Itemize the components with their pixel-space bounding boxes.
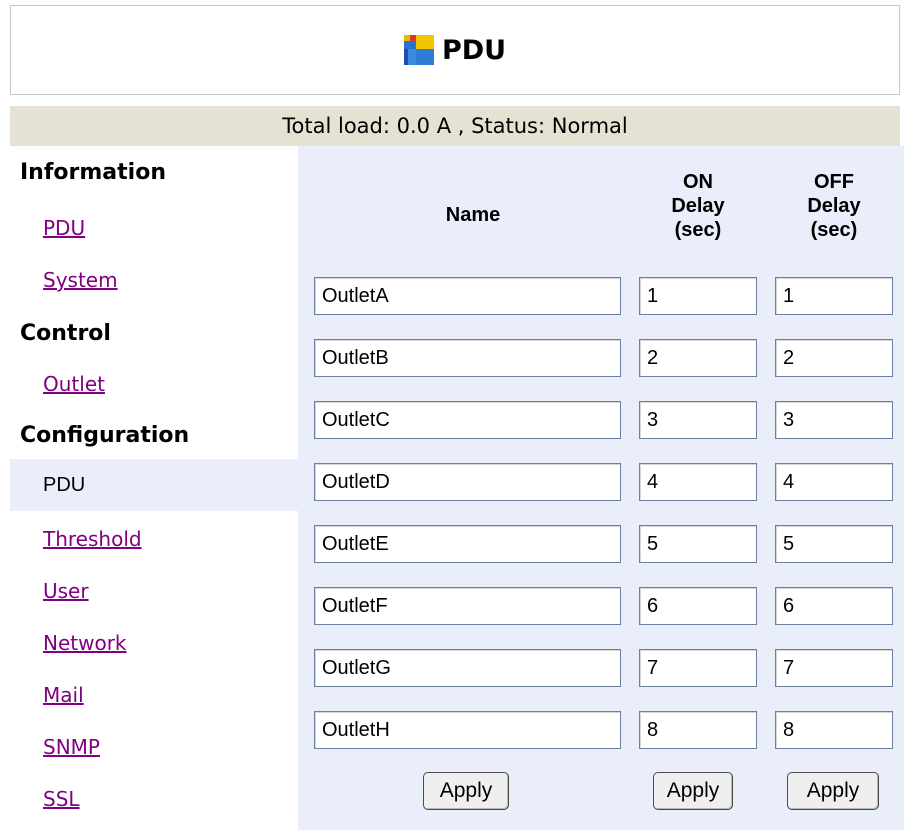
off-delay-input[interactable] [775,711,893,749]
nav-link-snmp[interactable]: SNMP [43,735,100,759]
on-delay-input[interactable] [639,525,757,563]
column-header-off-line3: (sec) [810,219,858,241]
on-delay-input[interactable] [639,587,757,625]
outlet-name-input[interactable] [314,401,621,439]
column-header-off-line2: Delay [807,195,861,217]
column-header-off-delay: OFF Delay (sec) [776,170,892,242]
nav-item-config-pdu-active[interactable]: PDU [10,459,298,511]
status-text: Total load: 0.0 A , Status: Normal [282,114,628,138]
nav-link-info-pdu[interactable]: PDU [43,216,85,240]
on-delay-input[interactable] [639,277,757,315]
outlet-name-input[interactable] [314,711,621,749]
column-header-on-line2: Delay [671,195,725,217]
outlet-name-input[interactable] [314,525,621,563]
off-delay-input[interactable] [775,463,893,501]
nav-item-config-pdu-label: PDU [43,473,86,496]
apply-on-delay-button[interactable]: Apply [653,772,733,810]
on-delay-input[interactable] [639,711,757,749]
off-delay-input[interactable] [775,587,893,625]
apply-off-delay-button[interactable]: Apply [787,772,879,810]
nav-link-system[interactable]: System [43,268,118,292]
page-header: PDU [10,5,900,95]
outlet-name-input[interactable] [314,339,621,377]
outlet-name-input[interactable] [314,587,621,625]
outlet-config-panel: Name ON Delay (sec) OFF Delay (sec) Appl… [298,146,904,830]
page-title: PDU [441,34,507,66]
column-header-on-line3: (sec) [674,219,722,241]
pdu-app-icon [403,35,434,65]
column-header-name: Name [445,204,501,226]
nav-link-outlet[interactable]: Outlet [43,372,105,396]
sidebar-nav: Information PDU System Control Outlet Co… [10,146,298,830]
column-header-off-line1: OFF [814,171,854,193]
on-delay-input[interactable] [639,401,757,439]
column-header-on-line1: ON [683,171,713,193]
on-delay-input[interactable] [639,463,757,501]
column-header-on-delay: ON Delay (sec) [640,170,756,242]
off-delay-input[interactable] [775,401,893,439]
nav-link-mail[interactable]: Mail [43,683,84,707]
outlet-name-input[interactable] [314,277,621,315]
nav-link-network[interactable]: Network [43,631,127,655]
nav-section-control: Control [20,321,111,346]
apply-names-button[interactable]: Apply [423,772,509,810]
off-delay-input[interactable] [775,649,893,687]
nav-link-ssl[interactable]: SSL [43,787,80,811]
on-delay-input[interactable] [639,649,757,687]
off-delay-input[interactable] [775,339,893,377]
nav-link-user[interactable]: User [43,579,89,603]
status-bar: Total load: 0.0 A , Status: Normal [10,106,900,146]
on-delay-input[interactable] [639,339,757,377]
nav-section-information: Information [20,160,166,185]
outlet-name-input[interactable] [314,649,621,687]
nav-link-threshold[interactable]: Threshold [43,527,142,551]
outlet-name-input[interactable] [314,463,621,501]
nav-section-configuration: Configuration [20,423,190,448]
off-delay-input[interactable] [775,277,893,315]
off-delay-input[interactable] [775,525,893,563]
